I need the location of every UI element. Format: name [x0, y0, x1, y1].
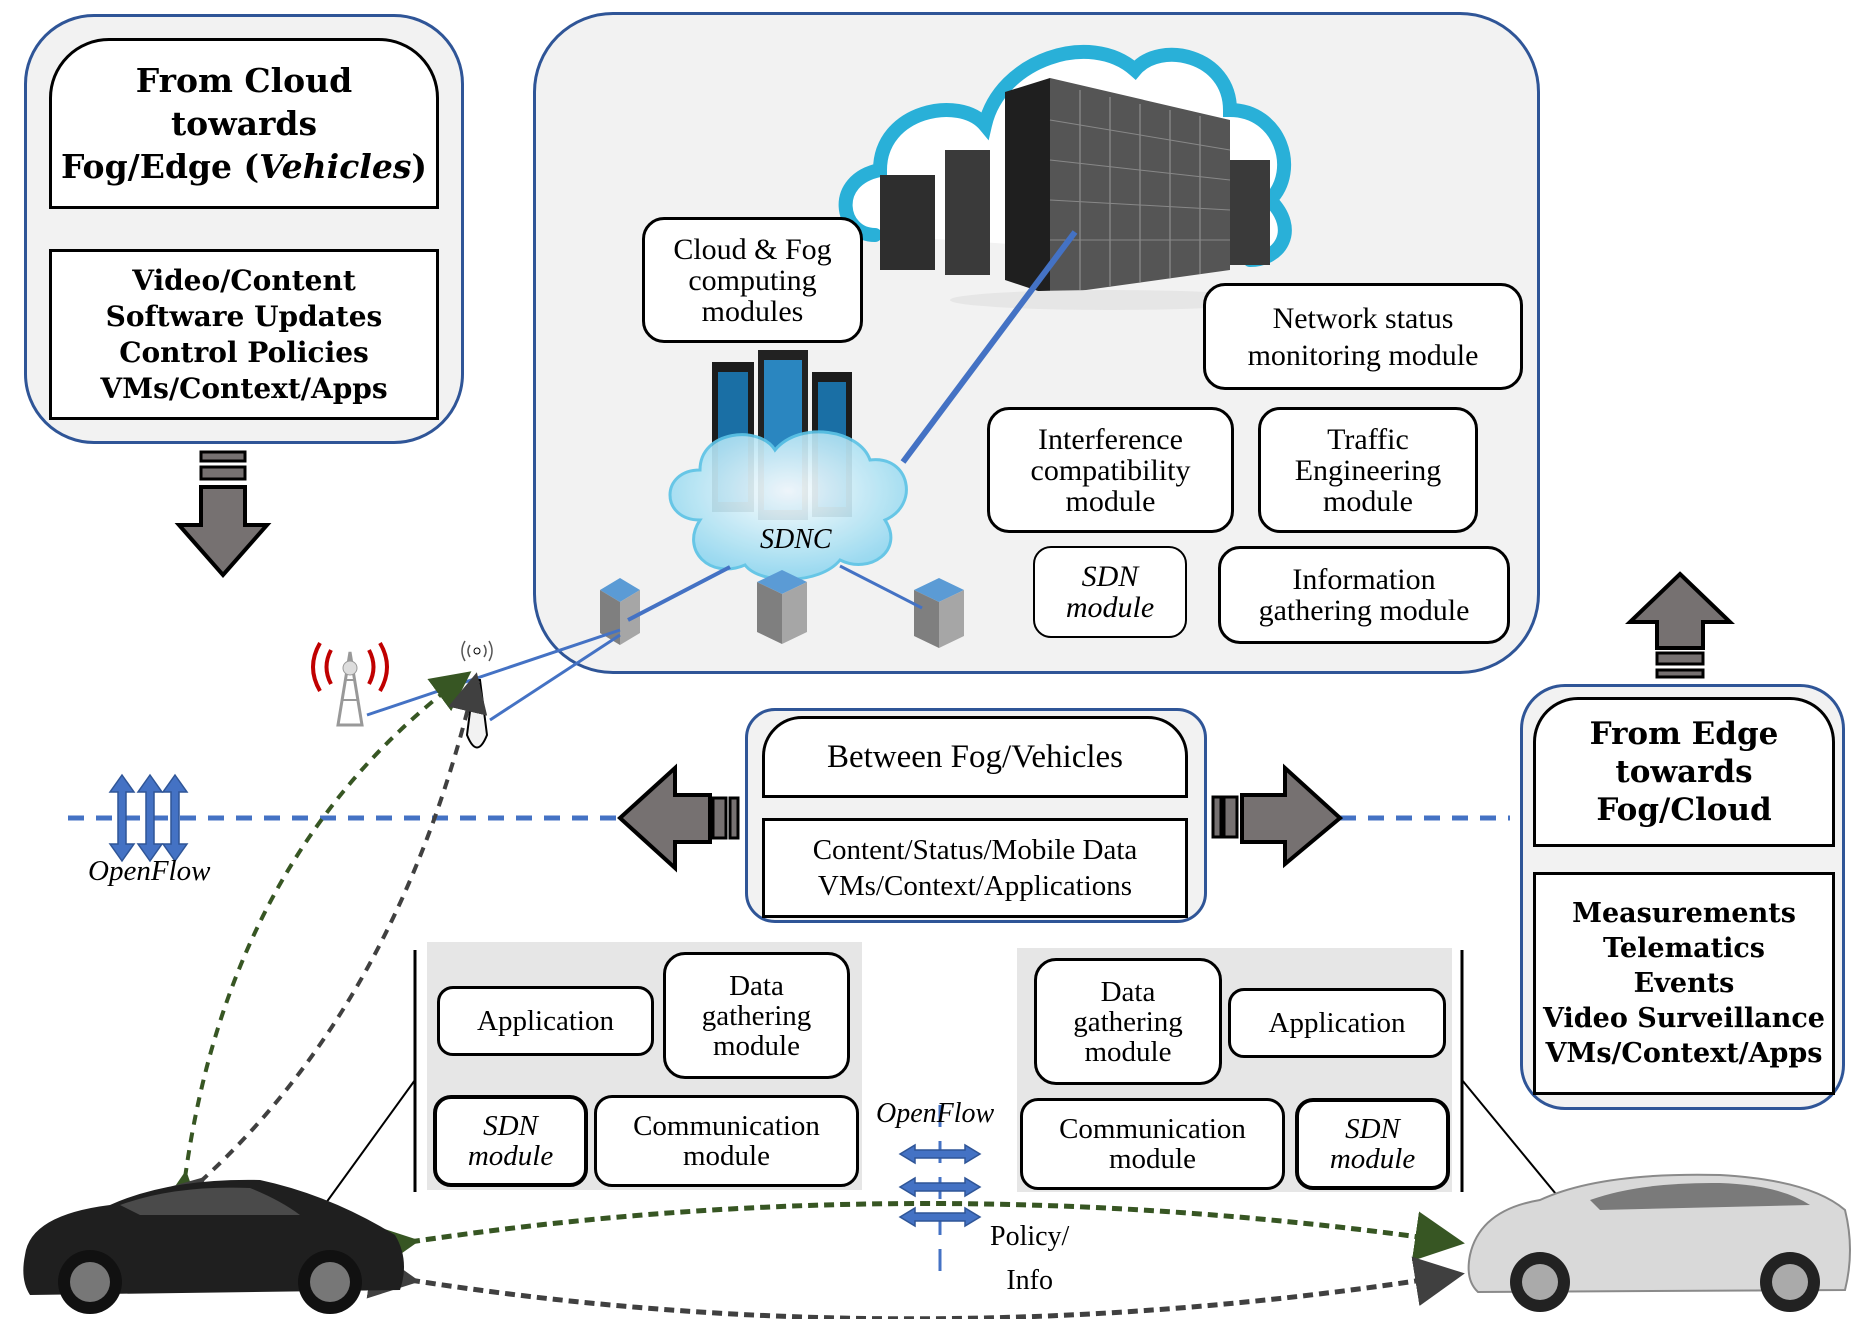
white-car-icon: [1467, 1173, 1851, 1312]
black-car-icon: [23, 1179, 404, 1314]
vehicles: [23, 1173, 1851, 1314]
